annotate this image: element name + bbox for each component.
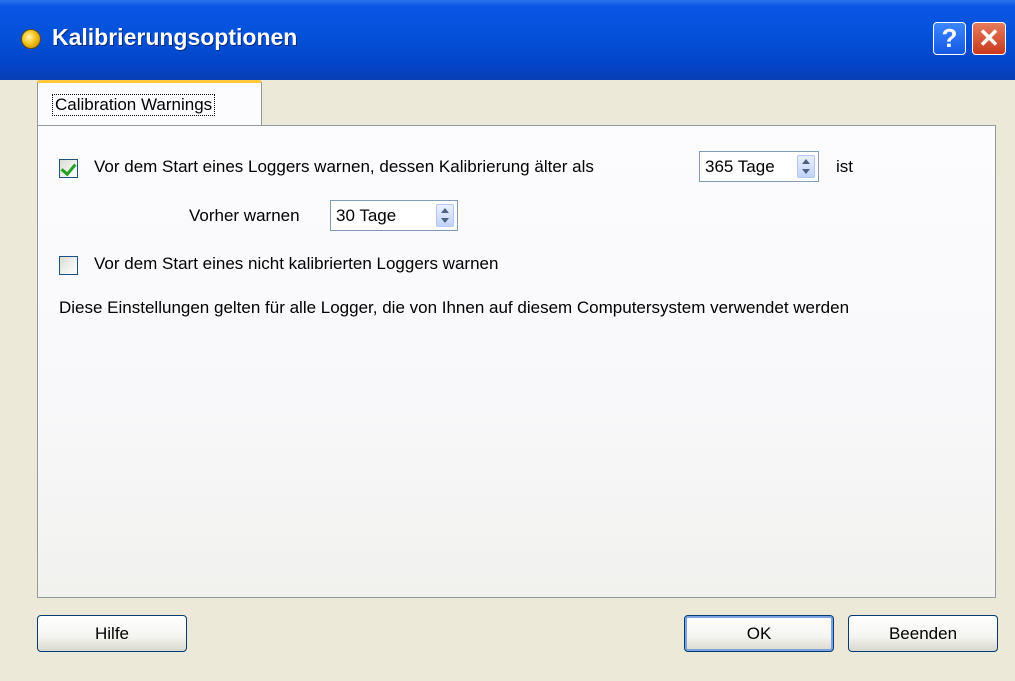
warn-old-calibration-checkbox[interactable] bbox=[59, 159, 78, 178]
spin-updown-button[interactable] bbox=[436, 204, 454, 227]
spin-updown-button[interactable] bbox=[797, 155, 815, 178]
window-title: Kalibrierungsoptionen bbox=[52, 24, 298, 50]
tab-calibration-warnings[interactable]: Calibration Warnings bbox=[37, 80, 262, 126]
warn-before-label: Vorher warnen bbox=[189, 206, 300, 225]
title-bar[interactable]: Kalibrierungsoptionen ? ✕ bbox=[0, 0, 1015, 80]
cancel-button[interactable]: Beenden bbox=[848, 615, 998, 652]
settings-note: Diese Einstellungen gelten für alle Logg… bbox=[59, 298, 850, 317]
tab-panel: Vor dem Start eines Loggers warnen, dess… bbox=[37, 125, 996, 598]
help-button[interactable]: Hilfe bbox=[37, 615, 187, 652]
warn-old-calibration-suffix: ist bbox=[836, 157, 853, 176]
arrow-up-icon bbox=[802, 159, 810, 164]
cancel-button-label: Beenden bbox=[888, 623, 958, 643]
help-button-label: Hilfe bbox=[94, 623, 129, 643]
close-button[interactable]: ✕ bbox=[972, 22, 1006, 55]
calibration-age-value: 365 Tage bbox=[705, 157, 775, 176]
close-icon: ✕ bbox=[978, 23, 1000, 53]
calibration-age-spinner[interactable]: 365 Tage bbox=[699, 151, 819, 182]
ok-button-label: OK bbox=[746, 623, 772, 643]
warn-before-spinner[interactable]: 30 Tage bbox=[330, 200, 458, 231]
warn-before-value: 30 Tage bbox=[336, 206, 397, 225]
arrow-down-icon bbox=[441, 218, 449, 223]
warn-old-calibration-label: Vor dem Start eines Loggers warnen, dess… bbox=[94, 157, 594, 176]
tab-label: Calibration Warnings bbox=[52, 94, 216, 116]
app-icon bbox=[22, 30, 40, 48]
arrow-down-icon bbox=[802, 169, 810, 174]
arrow-up-icon bbox=[441, 208, 449, 213]
checkmark-icon bbox=[60, 159, 77, 177]
warn-uncalibrated-label: Vor dem Start eines nicht kalibrierten L… bbox=[94, 254, 499, 273]
question-mark-icon: ? bbox=[941, 23, 958, 53]
help-title-button[interactable]: ? bbox=[933, 22, 966, 55]
ok-button[interactable]: OK bbox=[684, 615, 834, 652]
warn-uncalibrated-checkbox[interactable] bbox=[59, 256, 78, 275]
